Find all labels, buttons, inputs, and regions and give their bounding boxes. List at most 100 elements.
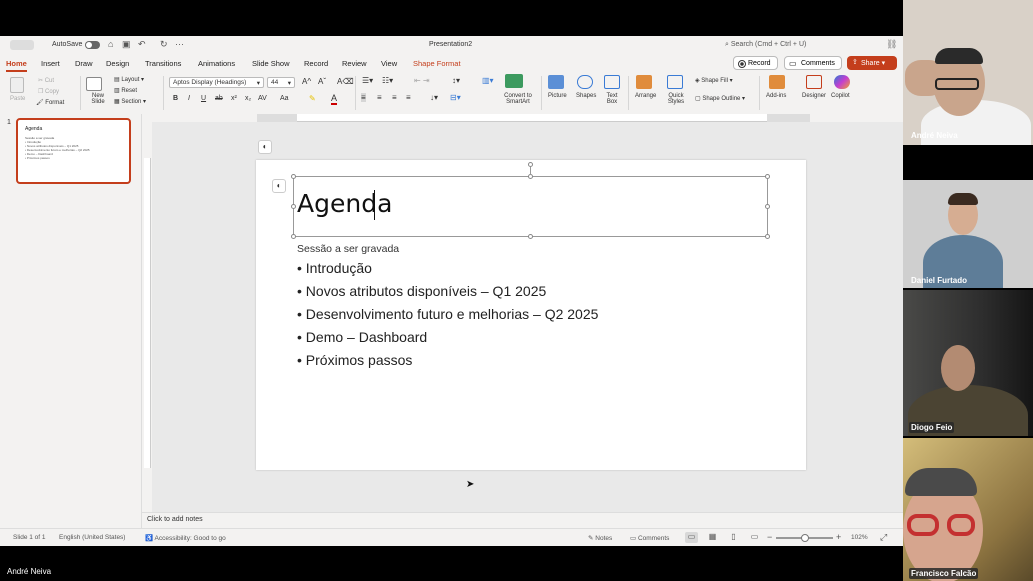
tab-view[interactable]: View — [381, 59, 397, 68]
slide-canvas[interactable]: ◐ ◐ Agenda Sessão a ser gravada Introduç… — [152, 122, 903, 512]
resize-handle[interactable] — [291, 234, 296, 239]
text-direction-icon[interactable]: ↓▾ — [430, 93, 438, 102]
increase-font-icon[interactable]: A^ — [302, 77, 311, 86]
slide-subtitle[interactable]: Sessão a ser gravada — [297, 243, 399, 255]
align-left-icon[interactable]: ≡ — [361, 93, 366, 102]
resize-handle[interactable] — [291, 174, 296, 179]
tab-draw[interactable]: Draw — [75, 59, 93, 68]
format-painter-button[interactable]: 🖌 Format — [36, 99, 64, 106]
new-slide-label[interactable]: New Slide — [88, 93, 108, 105]
highlight-icon[interactable]: ✎ — [309, 94, 316, 103]
record-button[interactable]: Record — [733, 56, 778, 70]
comments-toggle[interactable]: ▭ Comments — [630, 534, 669, 542]
font-color-icon[interactable]: A — [331, 93, 338, 105]
italic-icon[interactable]: I — [188, 95, 190, 102]
superscript-icon[interactable]: x² — [231, 95, 237, 102]
align-text-icon[interactable]: ⊟▾ — [450, 93, 461, 102]
layout-button[interactable]: ▤ Layout ▾ — [114, 76, 144, 83]
add-ins-label[interactable]: Add-ins — [766, 93, 786, 99]
tab-design[interactable]: Design — [106, 59, 129, 68]
share-button[interactable]: ⇪ Share ▾ — [847, 56, 897, 70]
participant-tile[interactable]: André Neiva — [903, 0, 1033, 145]
arrange-label[interactable]: Arrange — [635, 93, 656, 99]
notes-toggle[interactable]: ✎ Notes — [588, 534, 612, 542]
quick-styles-label[interactable]: Quick Styles — [667, 93, 685, 105]
new-slide-icon[interactable] — [86, 77, 102, 91]
participant-tile[interactable]: Diogo Feio — [903, 290, 1033, 436]
resize-handle[interactable] — [528, 234, 533, 239]
arrange-icon[interactable] — [636, 75, 652, 89]
slide-title[interactable]: Agenda — [297, 189, 392, 218]
participant-tile[interactable]: Daniel Furtado — [903, 180, 1033, 288]
reset-button[interactable]: ▥ Reset — [114, 87, 137, 94]
subscript-icon[interactable]: x₂ — [245, 95, 251, 102]
shapes-label[interactable]: Shapes — [576, 93, 596, 99]
notes-pane[interactable]: Click to add notes — [142, 512, 903, 528]
quick-styles-icon[interactable] — [667, 75, 683, 89]
zoom-slider-thumb[interactable] — [801, 534, 809, 542]
bullet-list[interactable]: Introdução Novos atributos disponíveis –… — [297, 260, 599, 375]
convert-smartart-label[interactable]: Convert to SmartArt — [500, 93, 536, 105]
search-box[interactable]: ⌕ Search (Cmd + Ctrl + U) — [725, 41, 806, 49]
shape-outline-button[interactable]: ▢ Shape Outline ▾ — [695, 95, 745, 102]
character-spacing-icon[interactable]: AV — [258, 95, 267, 102]
tab-shape-format[interactable]: Shape Format — [413, 59, 461, 68]
accessibility-status[interactable]: ♿ Accessibility: Good to go — [145, 534, 226, 542]
comments-button[interactable]: ▭ Comments — [784, 56, 842, 70]
fit-to-window-icon[interactable]: ⤢ — [880, 532, 887, 543]
font-name-select[interactable]: Aptos Display (Headings) ▾ — [169, 77, 264, 88]
tab-review[interactable]: Review — [342, 59, 367, 68]
resize-handle[interactable] — [765, 204, 770, 209]
indent-icon[interactable]: ⇤ ⇥ — [414, 76, 430, 85]
home-icon[interactable]: ⌂ — [108, 39, 113, 49]
justify-icon[interactable]: ≡ — [406, 93, 411, 102]
text-box-icon[interactable] — [604, 75, 620, 89]
undo-icon[interactable]: ↶ — [138, 39, 146, 50]
copilot-inline-icon[interactable]: ◐ — [272, 179, 286, 193]
shape-fill-button[interactable]: ◈ Shape Fill ▾ — [695, 77, 733, 84]
section-button[interactable]: ▦ Section ▾ — [114, 98, 146, 105]
tab-animations[interactable]: Animations — [198, 59, 235, 68]
reading-view-icon[interactable]: ▯ — [727, 532, 740, 543]
copilot-label[interactable]: Copilot — [831, 93, 850, 99]
bold-icon[interactable]: B — [173, 95, 178, 102]
more-icon[interactable]: ··· — [175, 39, 184, 49]
align-right-icon[interactable]: ≡ — [392, 93, 397, 102]
slideshow-view-icon[interactable]: ▭ — [748, 532, 761, 543]
slide-sorter-icon[interactable]: ▦ — [706, 532, 719, 543]
numbering-icon[interactable]: ☷▾ — [382, 76, 393, 85]
participant-tile[interactable]: Francisco Falcão — [903, 438, 1033, 581]
copilot-icon[interactable] — [834, 75, 850, 89]
clear-format-icon[interactable]: A⌫ — [337, 77, 354, 86]
decrease-font-icon[interactable]: Aˇ — [318, 77, 326, 86]
underline-icon[interactable]: U — [201, 95, 206, 102]
font-size-select[interactable]: 44 ▾ — [267, 77, 295, 88]
cut-button[interactable]: ✂ Cut — [38, 77, 54, 84]
paste-icon[interactable] — [10, 77, 24, 93]
tab-insert[interactable]: Insert — [41, 59, 60, 68]
autosave-toggle[interactable] — [85, 41, 100, 49]
tab-home[interactable]: Home — [6, 59, 27, 72]
designer-label[interactable]: Designer — [802, 93, 826, 99]
save-icon[interactable]: ▣ — [122, 39, 131, 50]
designer-icon[interactable] — [806, 75, 822, 89]
shapes-icon[interactable] — [577, 75, 593, 89]
link-icon[interactable]: ⛓ — [886, 39, 897, 50]
copilot-float-icon[interactable]: ◐ — [258, 140, 272, 154]
smartart-icon[interactable] — [505, 74, 523, 88]
text-box-label[interactable]: Text Box — [605, 93, 619, 105]
zoom-out-icon[interactable]: − — [767, 532, 772, 542]
strikethrough-icon[interactable]: ab — [215, 95, 223, 102]
tab-record[interactable]: Record — [304, 59, 328, 68]
picture-icon[interactable] — [548, 75, 564, 89]
align-center-icon[interactable]: ≡ — [377, 93, 382, 102]
line-spacing-icon[interactable]: ↕▾ — [452, 76, 460, 85]
sidebar-toggle-icon[interactable] — [10, 40, 34, 50]
zoom-in-icon[interactable]: + — [836, 532, 841, 542]
picture-label[interactable]: Picture — [548, 93, 567, 99]
bullets-icon[interactable]: ☰▾ — [362, 76, 373, 85]
redo-icon[interactable]: ↻ — [160, 39, 168, 50]
slide-thumbnail[interactable]: Agenda Sessão a ser gravada • Introdução… — [16, 118, 131, 184]
resize-handle[interactable] — [291, 204, 296, 209]
change-case-icon[interactable]: Aa — [280, 95, 289, 102]
